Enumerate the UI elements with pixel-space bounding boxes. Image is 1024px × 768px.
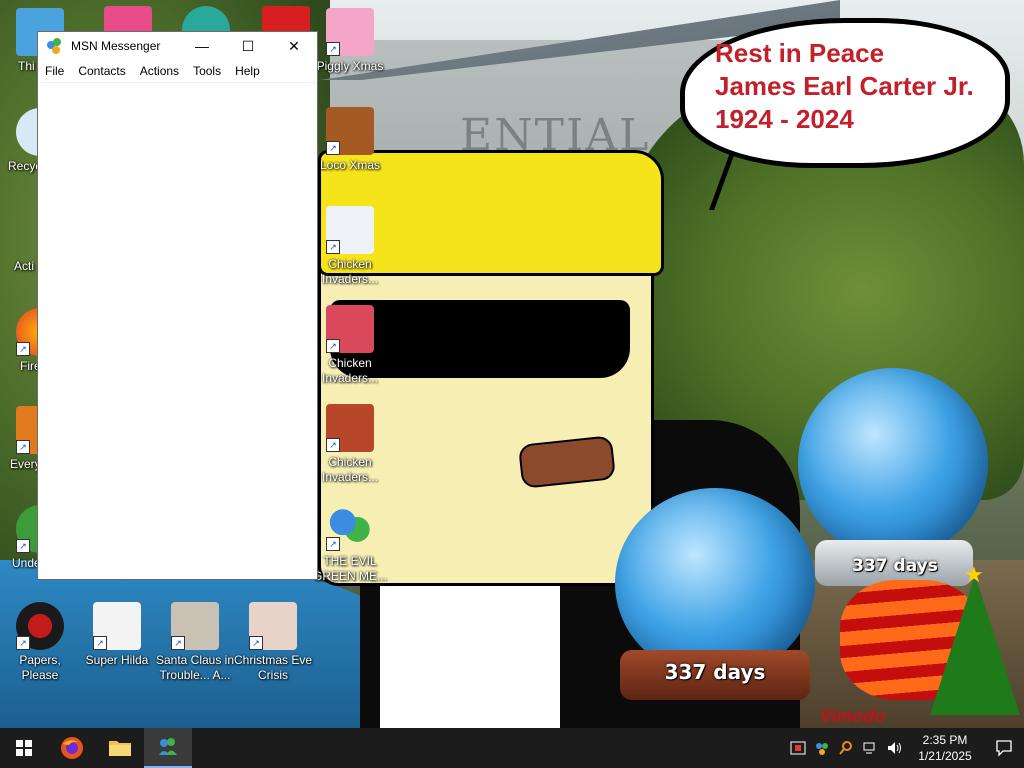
clock-date: 1/21/2025: [918, 749, 972, 763]
window-content: [38, 82, 317, 579]
desktop-icon-christmas-eve-crisis[interactable]: ↗ Christmas Eve Crisis: [233, 602, 313, 683]
clock-time: 2:35 PM: [922, 733, 968, 747]
santa-icon: ↗: [171, 602, 219, 650]
chicken-ship-icon: ↗: [326, 305, 374, 353]
shortcut-arrow-icon: ↗: [326, 339, 340, 353]
desktop-icon-super-hilda[interactable]: ↗ Super Hilda: [77, 602, 157, 668]
shortcut-arrow-icon: ↗: [16, 539, 30, 553]
volume-icon[interactable]: [882, 728, 906, 768]
file-explorer-icon: [109, 741, 131, 756]
christmas-tree: [930, 575, 1020, 715]
firefox-icon: [61, 737, 83, 759]
speech-bubble: Rest in Peace James Earl Carter Jr. 1924…: [680, 18, 1010, 168]
search-tray-icon[interactable]: [834, 728, 858, 768]
watermark: Vimodo: [820, 706, 886, 726]
shortcut-arrow-icon: ↗: [249, 636, 263, 650]
windows-logo-icon: [16, 740, 32, 756]
menu-help[interactable]: Help: [235, 64, 260, 78]
desktop-icon-chicken-invaders-1[interactable]: ↗ Chicken Invaders...: [310, 206, 390, 287]
countdown-label: 337 days: [852, 556, 938, 576]
msn-tray-icon[interactable]: [810, 728, 834, 768]
desktop-icon-chicken-invaders-2[interactable]: ↗ Chicken Invaders...: [310, 305, 390, 386]
menu-actions[interactable]: Actions: [140, 64, 179, 78]
bubble-line: James Earl Carter Jr.: [715, 71, 974, 101]
bubble-line: Rest in Peace: [715, 38, 885, 68]
shortcut-arrow-icon: ↗: [16, 440, 30, 454]
window-title: MSN Messenger: [71, 39, 161, 53]
notification-icon: [996, 740, 1012, 757]
msn-messenger-icon: [159, 738, 177, 755]
cartoon-shirt: [380, 580, 560, 728]
desktop-icon-loco-xmas[interactable]: ↗ Loco Xmas: [310, 107, 390, 173]
menu-contacts[interactable]: Contacts: [78, 64, 125, 78]
start-button[interactable]: [0, 728, 48, 768]
shortcut-arrow-icon: ↗: [16, 636, 30, 650]
shortcut-arrow-icon: ↗: [93, 636, 107, 650]
seal-icon: ↗: [16, 602, 64, 650]
maximize-button[interactable]: ☐: [225, 32, 271, 60]
shortcut-arrow-icon: ↗: [326, 240, 340, 254]
taskbar-file-explorer[interactable]: [96, 728, 144, 768]
desktop-icon-evil-green-messenger[interactable]: ↗ THE EVIL GREEN ME...: [310, 503, 390, 584]
menu-tools[interactable]: Tools: [193, 64, 221, 78]
taskbar: 2:35 PM 1/21/2025: [0, 728, 1024, 768]
teddy-bear-icon: ↗: [326, 107, 374, 155]
menu-bar: File Contacts Actions Tools Help: [38, 60, 317, 82]
menu-file[interactable]: File: [45, 64, 64, 78]
security-icon[interactable]: [786, 728, 810, 768]
chicken-icon: ↗: [326, 404, 374, 452]
snow-globe: [798, 368, 988, 558]
desktop-icon-papers-please[interactable]: ↗ Papers, Please: [0, 602, 80, 683]
countdown-label: 337 days: [664, 660, 766, 684]
star-icon: ★: [964, 562, 984, 587]
title-bar[interactable]: MSN Messenger — ☐ ✕: [38, 32, 317, 60]
bubble-line: 1924 - 2024: [715, 104, 854, 134]
shortcut-arrow-icon: ↗: [326, 141, 340, 155]
taskbar-msn-messenger[interactable]: [144, 728, 192, 768]
msn-people-icon: ↗: [326, 503, 374, 551]
notification-center-button[interactable]: [984, 728, 1024, 768]
msn-messenger-window[interactable]: MSN Messenger — ☐ ✕ File Contacts Action…: [37, 31, 318, 580]
shortcut-arrow-icon: ↗: [171, 636, 185, 650]
chicken-icon: ↗: [326, 206, 374, 254]
taskbar-firefox[interactable]: [48, 728, 96, 768]
shortcut-arrow-icon: ↗: [326, 42, 340, 56]
clock[interactable]: 2:35 PM 1/21/2025: [906, 732, 984, 764]
santa-icon: ↗: [249, 602, 297, 650]
minimize-button[interactable]: —: [179, 32, 225, 60]
close-button[interactable]: ✕: [271, 32, 317, 60]
msn-messenger-icon: [47, 38, 63, 54]
desktop-icon-chicken-invaders-3[interactable]: ↗ Chicken Invaders...: [310, 404, 390, 485]
shortcut-arrow-icon: ↗: [326, 438, 340, 452]
network-icon[interactable]: [858, 728, 882, 768]
pig-santa-icon: ↗: [326, 8, 374, 56]
shortcut-arrow-icon: ↗: [16, 342, 30, 356]
pixel-cat-icon: ↗: [93, 602, 141, 650]
system-tray: 2:35 PM 1/21/2025: [786, 728, 1024, 768]
desktop-icon-piggly-xmas[interactable]: ↗ Piggly Xmas: [310, 8, 390, 74]
shortcut-arrow-icon: ↗: [326, 537, 340, 551]
desktop-icon-santa-claus-in-trouble[interactable]: ↗ Santa Claus in Trouble... A...: [155, 602, 235, 683]
